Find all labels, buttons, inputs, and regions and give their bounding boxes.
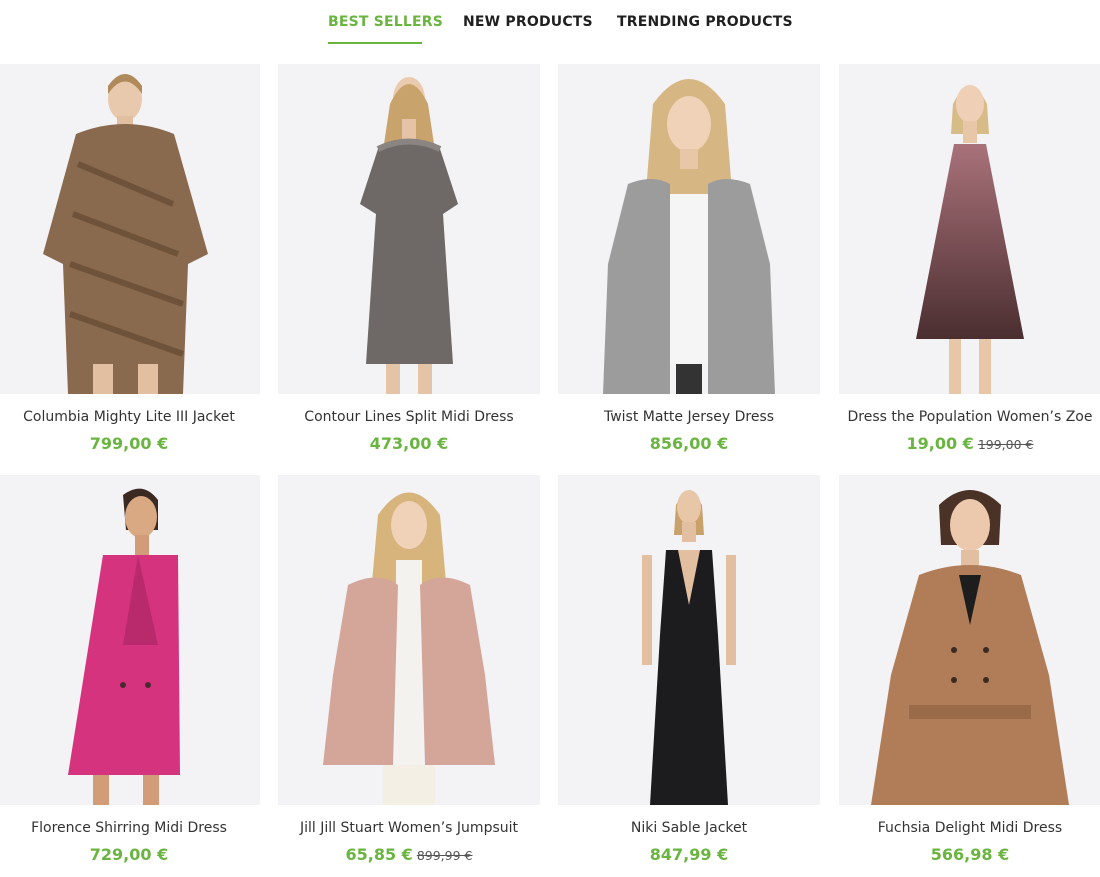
- model-fur-coat-illustration: [43, 74, 208, 394]
- tab-trending-products[interactable]: TRENDING PRODUCTS: [617, 14, 793, 30]
- product-image[interactable]: [0, 475, 260, 805]
- price-row: 19,00 €199,00 €: [839, 434, 1100, 454]
- product-price: 19,00 €: [906, 434, 974, 453]
- product-price: 473,00 €: [369, 434, 449, 453]
- tab-best-sellers[interactable]: BEST SELLERS: [328, 14, 443, 30]
- model-black-jumpsuit-illustration: [642, 490, 736, 805]
- price-row: 856,00 €: [558, 434, 820, 454]
- product-price: 65,85 €: [345, 845, 413, 864]
- product-price: 856,00 €: [649, 434, 729, 453]
- product-name[interactable]: Fuchsia Delight Midi Dress: [839, 820, 1100, 836]
- model-camel-trench-coat-illustration: [871, 490, 1069, 805]
- price-row: 65,85 €899,99 €: [278, 845, 540, 865]
- product-old-price: 899,99 €: [416, 848, 473, 863]
- product-image[interactable]: [278, 475, 540, 805]
- tab-new-products[interactable]: NEW PRODUCTS: [463, 14, 593, 30]
- product-name[interactable]: Florence Shirring Midi Dress: [0, 820, 260, 836]
- product-image[interactable]: [839, 475, 1100, 805]
- product-image[interactable]: [558, 475, 820, 805]
- product-name[interactable]: Niki Sable Jacket: [558, 820, 820, 836]
- product-name[interactable]: Columbia Mighty Lite III Jacket: [0, 409, 260, 425]
- product-name[interactable]: Jill Jill Stuart Women’s Jumpsuit: [278, 820, 540, 836]
- product-image[interactable]: [839, 64, 1100, 394]
- product-image[interactable]: [0, 64, 260, 394]
- product-tabs: BEST SELLERS NEW PRODUCTS TRENDING PRODU…: [0, 0, 1100, 46]
- product-price: 799,00 €: [89, 434, 169, 453]
- product-price: 847,99 €: [649, 845, 729, 864]
- price-row: 799,00 €: [0, 434, 260, 454]
- price-row: 729,00 €: [0, 845, 260, 865]
- model-faux-fur-jacket-illustration: [323, 492, 495, 805]
- price-row: 473,00 €: [278, 434, 540, 454]
- product-image[interactable]: [278, 64, 540, 394]
- product-name[interactable]: Twist Matte Jersey Dress: [558, 409, 820, 425]
- price-row: 566,98 €: [839, 845, 1100, 865]
- model-print-dress-illustration: [360, 77, 458, 394]
- product-old-price: 199,00 €: [977, 437, 1034, 452]
- model-pink-blazer-dress-illustration: [68, 488, 180, 805]
- product-name[interactable]: Contour Lines Split Midi Dress: [278, 409, 540, 425]
- product-price: 729,00 €: [89, 845, 169, 864]
- product-name[interactable]: Dress the Population Women’s Zoe: [839, 409, 1100, 425]
- price-row: 847,99 €: [558, 845, 820, 865]
- product-image[interactable]: [558, 64, 820, 394]
- product-price: 566,98 €: [930, 845, 1010, 864]
- model-gray-cardigan-illustration: [603, 79, 775, 394]
- model-ombre-dress-illustration: [916, 85, 1024, 394]
- active-tab-underline: [328, 42, 422, 44]
